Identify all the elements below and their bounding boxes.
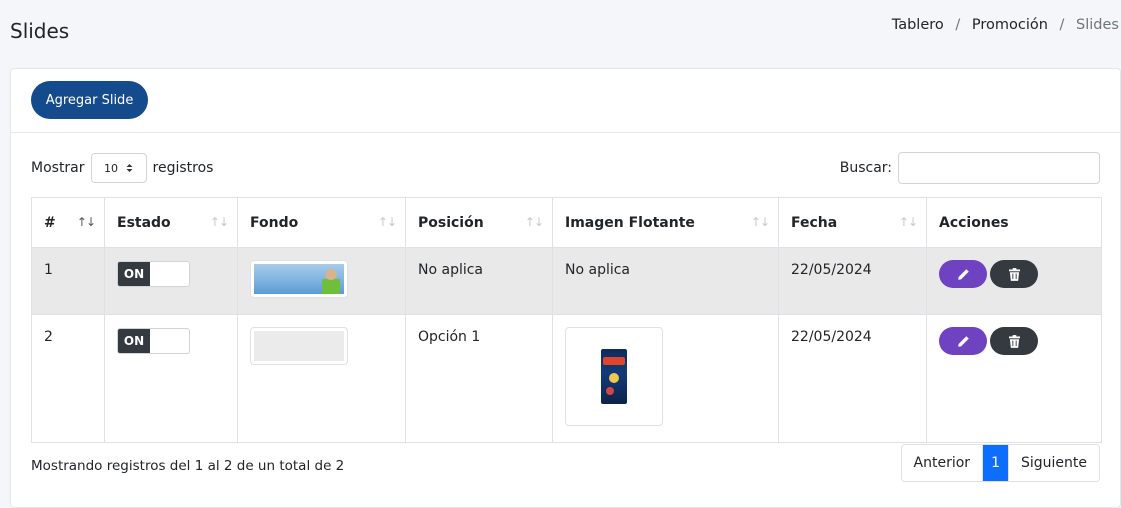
cell-posicion: Opción 1 (405, 314, 553, 443)
cell-number: 1 (31, 247, 105, 315)
column-header-label: Imagen Flotante (565, 214, 695, 231)
cell-fondo (237, 314, 406, 443)
cell-fecha: 22/05/2024 (778, 247, 927, 315)
cell-fondo (237, 247, 406, 315)
breadcrumb: Tablero / Promoción / Slides (892, 17, 1119, 33)
status-toggle[interactable]: ON (117, 328, 190, 354)
product-graphic (606, 387, 614, 395)
row-actions (939, 260, 1089, 288)
product-brand-graphic (603, 357, 625, 365)
sort-arrows-icon: ↑↓ (76, 215, 96, 229)
toggle-on-label: ON (118, 329, 150, 353)
slides-table: # ↑↓ Estado ↑↓ Fondo ↑↓ Posición ↑↓ Imag… (31, 197, 1102, 443)
cell-estado: ON (104, 247, 238, 315)
empty-image-placeholder (254, 331, 344, 361)
edit-button[interactable] (939, 327, 987, 355)
cell-number: 2 (31, 314, 105, 443)
cell-imagen-flotante (552, 314, 779, 443)
column-header-label: # (44, 214, 56, 231)
delete-button[interactable] (990, 260, 1038, 288)
pagination-prev-button[interactable]: Anterior (901, 445, 983, 481)
trash-icon (1008, 334, 1020, 348)
pagination-next-button[interactable]: Siguiente (1007, 445, 1099, 481)
sort-arrows-icon: ↑↓ (524, 215, 544, 229)
sort-arrows-icon: ↑↓ (377, 215, 397, 229)
add-slide-button[interactable]: Agregar Slide (31, 81, 148, 119)
column-header-label: Estado (117, 214, 171, 231)
pencil-icon (957, 268, 969, 280)
cell-acciones (926, 314, 1102, 443)
edit-button[interactable] (939, 260, 987, 288)
cell-imagen-flotante: No aplica (552, 247, 779, 315)
product-graphic (609, 373, 619, 383)
table-header-row: # ↑↓ Estado ↑↓ Fondo ↑↓ Posición ↑↓ Imag… (31, 197, 1102, 248)
column-header-acciones: Acciones (926, 197, 1102, 248)
page-length-value: 10 (104, 161, 119, 175)
sort-arrows-icon: ↑↓ (209, 215, 229, 229)
background-thumbnail[interactable] (250, 327, 348, 365)
toggle-on-label: ON (118, 262, 150, 286)
breadcrumb-item-promocion[interactable]: Promoción (972, 17, 1048, 33)
search-control: Buscar: (840, 152, 1100, 184)
select-arrows-icon (126, 164, 133, 172)
table-row: 1 ON No aplica No aplica 22/05/2024 (31, 247, 1102, 315)
column-header-posicion[interactable]: Posición ↑↓ (405, 197, 553, 248)
records-label: registros (152, 160, 214, 176)
column-header-fecha[interactable]: Fecha ↑↓ (778, 197, 927, 248)
column-header-estado[interactable]: Estado ↑↓ (104, 197, 238, 248)
page-length-select[interactable]: 10 (90, 153, 147, 183)
breadcrumb-separator: / (955, 17, 961, 33)
breadcrumb-item-tablero[interactable]: Tablero (892, 17, 944, 33)
sort-arrows-icon: ↑↓ (898, 215, 918, 229)
page-title: Slides (10, 19, 70, 43)
product-image (601, 349, 627, 404)
background-image (254, 331, 344, 361)
delete-button[interactable] (990, 327, 1038, 355)
column-header-label: Fondo (250, 214, 299, 231)
column-header-label: Posición (418, 214, 484, 231)
show-label: Mostrar (31, 160, 85, 176)
column-header-imagen-flotante[interactable]: Imagen Flotante ↑↓ (552, 197, 779, 248)
card-header: Agregar Slide (11, 69, 1120, 133)
floating-image-thumbnail[interactable] (565, 327, 663, 426)
background-image (254, 264, 344, 294)
column-header-label: Acciones (939, 214, 1009, 231)
cell-fecha: 22/05/2024 (778, 314, 927, 443)
trash-icon (1008, 267, 1020, 281)
pagination-page-1[interactable]: 1 (982, 445, 1008, 481)
pencil-icon (957, 335, 969, 347)
search-label: Buscar: (839, 160, 892, 176)
column-header-fondo[interactable]: Fondo ↑↓ (237, 197, 406, 248)
cell-acciones (926, 247, 1102, 315)
cell-posicion: No aplica (405, 247, 553, 315)
person-graphic (322, 268, 340, 294)
column-header-number[interactable]: # ↑↓ (31, 197, 105, 248)
page-length-control: Mostrar 10 registros (31, 153, 213, 183)
row-actions (939, 327, 1089, 355)
sort-arrows-icon: ↑↓ (750, 215, 770, 229)
table-info: Mostrando registros del 1 al 2 de un tot… (31, 458, 345, 474)
status-toggle[interactable]: ON (117, 261, 190, 287)
cell-estado: ON (104, 314, 238, 443)
slides-card: Agregar Slide Mostrar 10 registros Busca… (10, 68, 1121, 508)
column-header-label: Fecha (791, 214, 838, 231)
table-row: 2 ON Opción 1 22/05/2024 (31, 314, 1102, 443)
background-thumbnail[interactable] (250, 260, 348, 298)
pagination: Anterior 1 Siguiente (900, 444, 1100, 482)
breadcrumb-item-current: Slides (1076, 17, 1119, 33)
search-input[interactable] (898, 152, 1100, 184)
breadcrumb-separator: / (1059, 17, 1065, 33)
